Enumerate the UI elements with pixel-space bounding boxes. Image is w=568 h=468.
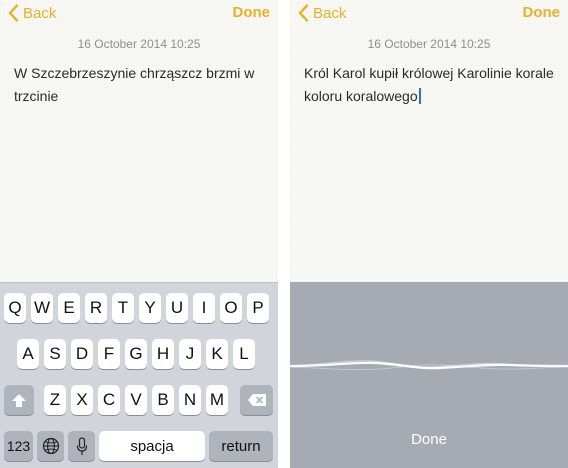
- done-button[interactable]: Done: [233, 4, 271, 21]
- key-g[interactable]: G: [125, 339, 147, 369]
- dictation-panel: Done: [290, 282, 568, 468]
- audio-waveform: [290, 360, 568, 371]
- globe-icon: [42, 437, 59, 455]
- key-h[interactable]: H: [152, 339, 174, 369]
- key-l[interactable]: L: [233, 339, 255, 369]
- note-text-area[interactable]: W Szczebrzeszynie chrząszcz brzmi w trzc…: [14, 62, 268, 108]
- key-i[interactable]: I: [193, 293, 215, 323]
- notes-screen-keyboard: Back Done 16 October 2014 10:25 W Szczeb…: [0, 0, 278, 468]
- key-f[interactable]: F: [98, 339, 120, 369]
- key-s[interactable]: S: [44, 339, 66, 369]
- microphone-key[interactable]: [68, 431, 95, 461]
- key-v[interactable]: V: [125, 385, 147, 415]
- key-y[interactable]: Y: [139, 293, 161, 323]
- back-button[interactable]: Back: [298, 3, 346, 23]
- microphone-icon: [76, 436, 87, 455]
- key-p[interactable]: P: [247, 293, 269, 323]
- note-text: Król Karol kupił królowej Karolinie kora…: [304, 65, 554, 104]
- screen-divider: [278, 0, 290, 468]
- note-date: 16 October 2014 10:25: [367, 37, 491, 51]
- space-key[interactable]: spacja: [99, 431, 205, 461]
- navigation-bar: Back Done: [290, 0, 568, 26]
- done-button[interactable]: Done: [523, 4, 561, 21]
- chevron-left-icon: [298, 4, 309, 22]
- text-cursor: [418, 88, 421, 104]
- notes-screen-dictation: Back Done 16 October 2014 10:25 Król Kar…: [290, 0, 568, 468]
- back-label: Back: [23, 4, 57, 22]
- key-q[interactable]: Q: [4, 293, 26, 323]
- back-label: Back: [313, 4, 347, 22]
- key-u[interactable]: U: [166, 293, 188, 323]
- note-text: W Szczebrzeszynie chrząszcz brzmi w trzc…: [14, 65, 255, 104]
- keyboard: Q W E R T Y U I O P A S D F G H J K L Z …: [0, 282, 278, 468]
- key-b[interactable]: B: [152, 385, 174, 415]
- delete-icon: [247, 394, 266, 406]
- chevron-left-icon: [8, 4, 19, 22]
- return-key[interactable]: return: [209, 431, 273, 461]
- key-t[interactable]: T: [112, 293, 134, 323]
- dictation-done-button[interactable]: Done: [290, 431, 568, 448]
- key-w[interactable]: W: [31, 293, 53, 323]
- numbers-key[interactable]: 123: [4, 431, 33, 461]
- back-button[interactable]: Back: [8, 3, 56, 23]
- shift-icon: [12, 393, 26, 407]
- key-d[interactable]: D: [71, 339, 93, 369]
- key-m[interactable]: M: [206, 385, 228, 415]
- delete-key[interactable]: [240, 385, 273, 415]
- globe-key[interactable]: [37, 431, 64, 461]
- note-date: 16 October 2014 10:25: [77, 37, 201, 51]
- key-x[interactable]: X: [71, 385, 93, 415]
- key-o[interactable]: O: [220, 293, 242, 323]
- note-text-area[interactable]: Król Karol kupił królowej Karolinie kora…: [304, 62, 558, 108]
- key-n[interactable]: N: [179, 385, 201, 415]
- shift-key[interactable]: [4, 385, 34, 415]
- navigation-bar: Back Done: [0, 0, 278, 26]
- key-z[interactable]: Z: [44, 385, 66, 415]
- key-j[interactable]: J: [179, 339, 201, 369]
- key-e[interactable]: E: [58, 293, 80, 323]
- key-a[interactable]: A: [17, 339, 39, 369]
- key-k[interactable]: K: [206, 339, 228, 369]
- key-r[interactable]: R: [85, 293, 107, 323]
- key-c[interactable]: C: [98, 385, 120, 415]
